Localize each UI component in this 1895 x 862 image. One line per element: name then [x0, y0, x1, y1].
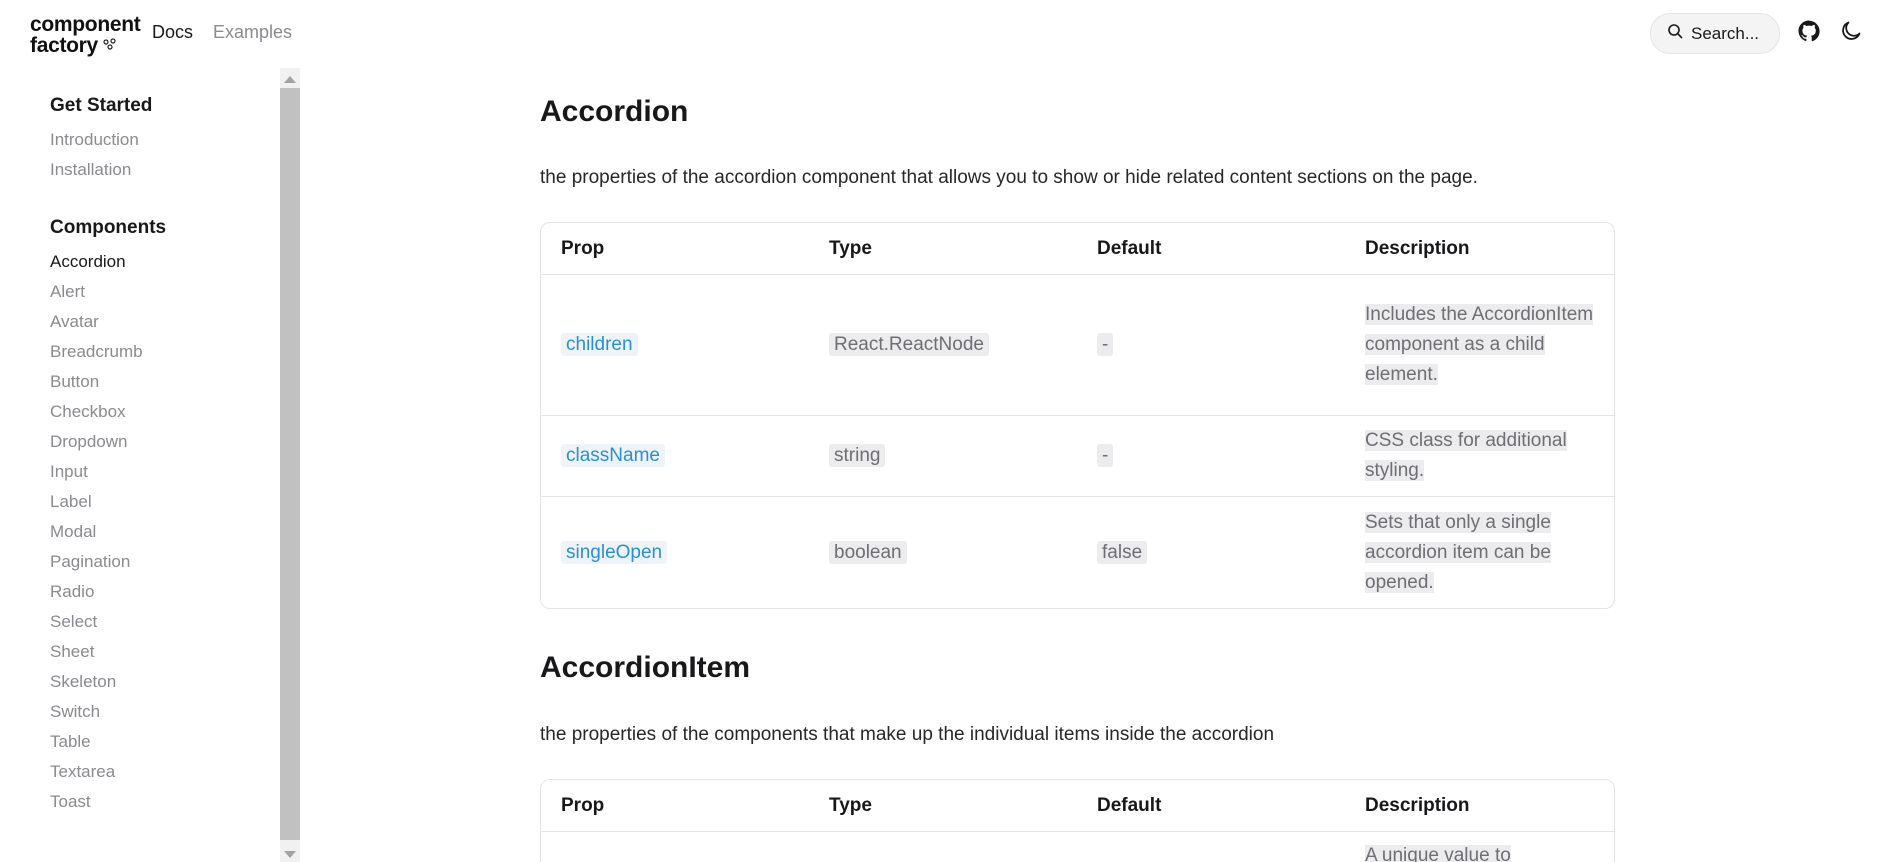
prop-description: Sets that only a single accordion item c…: [1365, 511, 1551, 593]
sidebar: Get Started Introduction Installation Co…: [0, 68, 300, 862]
top-header: component factory Docs Examples Search..…: [0, 0, 1895, 68]
sidebar-item-checkbox[interactable]: Checkbox: [50, 402, 126, 422]
nav-docs-link[interactable]: Docs: [152, 22, 193, 43]
accordion-section-description: the properties of the accordion componen…: [540, 167, 1478, 188]
github-icon: [1797, 19, 1821, 48]
sidebar-item-installation[interactable]: Installation: [50, 160, 131, 180]
sidebar-item-sheet[interactable]: Sheet: [50, 642, 94, 662]
column-header-description: Description: [1365, 794, 1470, 816]
table-header-row: Prop Type Default Description: [541, 780, 1614, 832]
sidebar-item-switch[interactable]: Switch: [50, 702, 100, 722]
sidebar-item-label[interactable]: Label: [50, 492, 92, 512]
sidebar-item-avatar[interactable]: Avatar: [50, 312, 99, 332]
column-header-type: Type: [829, 237, 872, 259]
nav-examples-link[interactable]: Examples: [213, 22, 292, 43]
sidebar-heading-get-started: Get Started: [50, 95, 153, 116]
prop-description: CSS class for additional styling.: [1365, 430, 1567, 481]
column-header-default: Default: [1097, 794, 1162, 816]
sidebar-item-textarea[interactable]: Textarea: [50, 762, 115, 782]
sidebar-item-pagination[interactable]: Pagination: [50, 552, 130, 572]
prop-type: React.ReactNode: [829, 333, 989, 356]
scroll-down-arrow-icon[interactable]: [284, 851, 296, 858]
sidebar-item-introduction[interactable]: Introduction: [50, 130, 139, 150]
sidebar-item-radio[interactable]: Radio: [50, 582, 94, 602]
sidebar-item-table[interactable]: Table: [50, 732, 91, 752]
search-icon: [1667, 23, 1683, 44]
column-header-prop: Prop: [561, 794, 605, 816]
moon-icon: [1839, 19, 1863, 48]
sidebar-item-breadcrumb[interactable]: Breadcrumb: [50, 342, 143, 362]
brand-logo[interactable]: component factory: [30, 13, 141, 57]
sidebar-item-input[interactable]: Input: [50, 462, 88, 482]
sidebar-item-button[interactable]: Button: [50, 372, 99, 392]
prop-type: string: [829, 444, 886, 467]
theme-toggle-button[interactable]: [1838, 20, 1864, 46]
prop-name: singleOpen: [561, 540, 668, 564]
prop-name: children: [561, 333, 638, 356]
sidebar-item-accordion[interactable]: Accordion: [50, 252, 126, 272]
search-button[interactable]: Search...: [1650, 13, 1780, 54]
github-button[interactable]: [1796, 20, 1822, 46]
sparkle-icon: [102, 35, 118, 56]
prop-default: false: [1097, 540, 1148, 564]
accordion-props-table: Prop Type Default Description children R…: [540, 222, 1615, 609]
scrollbar-thumb[interactable]: [280, 88, 300, 840]
sidebar-item-select[interactable]: Select: [50, 612, 97, 632]
prop-description: A unique value to: [1365, 845, 1511, 862]
sidebar-item-dropdown[interactable]: Dropdown: [50, 432, 128, 452]
search-label: Search...: [1691, 23, 1760, 43]
prop-type: boolean: [829, 540, 907, 564]
sidebar-item-toast[interactable]: Toast: [50, 792, 91, 812]
accordion-item-section-title: AccordionItem: [540, 651, 751, 684]
prop-default: -: [1097, 333, 1114, 356]
table-row: children React.ReactNode - Includes the …: [541, 275, 1614, 416]
prop-name: className: [561, 444, 665, 467]
prop-description: Includes the AccordionItem component as …: [1365, 304, 1594, 385]
column-header-type: Type: [829, 794, 872, 816]
table-row: singleOpen boolean false Sets that only …: [541, 497, 1614, 608]
sidebar-scrollbar[interactable]: [280, 68, 300, 862]
sidebar-item-modal[interactable]: Modal: [50, 522, 96, 542]
table-row: className string - CSS class for additio…: [541, 416, 1614, 497]
logo-line-1: component: [30, 13, 141, 36]
sidebar-heading-components: Components: [50, 217, 167, 238]
table-row: A unique value to: [541, 832, 1614, 862]
table-header-row: Prop Type Default Description: [541, 223, 1614, 275]
accordion-item-section-description: the properties of the components that ma…: [540, 724, 1275, 745]
prop-default: -: [1097, 444, 1114, 467]
accordion-section-title: Accordion: [540, 95, 689, 128]
column-header-prop: Prop: [561, 237, 605, 259]
accordion-item-props-table: Prop Type Default Description A unique v…: [540, 779, 1615, 862]
sidebar-item-skeleton[interactable]: Skeleton: [50, 672, 116, 692]
column-header-description: Description: [1365, 237, 1470, 259]
scroll-up-arrow-icon[interactable]: [284, 76, 296, 83]
column-header-default: Default: [1097, 237, 1162, 259]
sidebar-item-alert[interactable]: Alert: [50, 282, 85, 302]
logo-line-2: factory: [30, 34, 98, 57]
